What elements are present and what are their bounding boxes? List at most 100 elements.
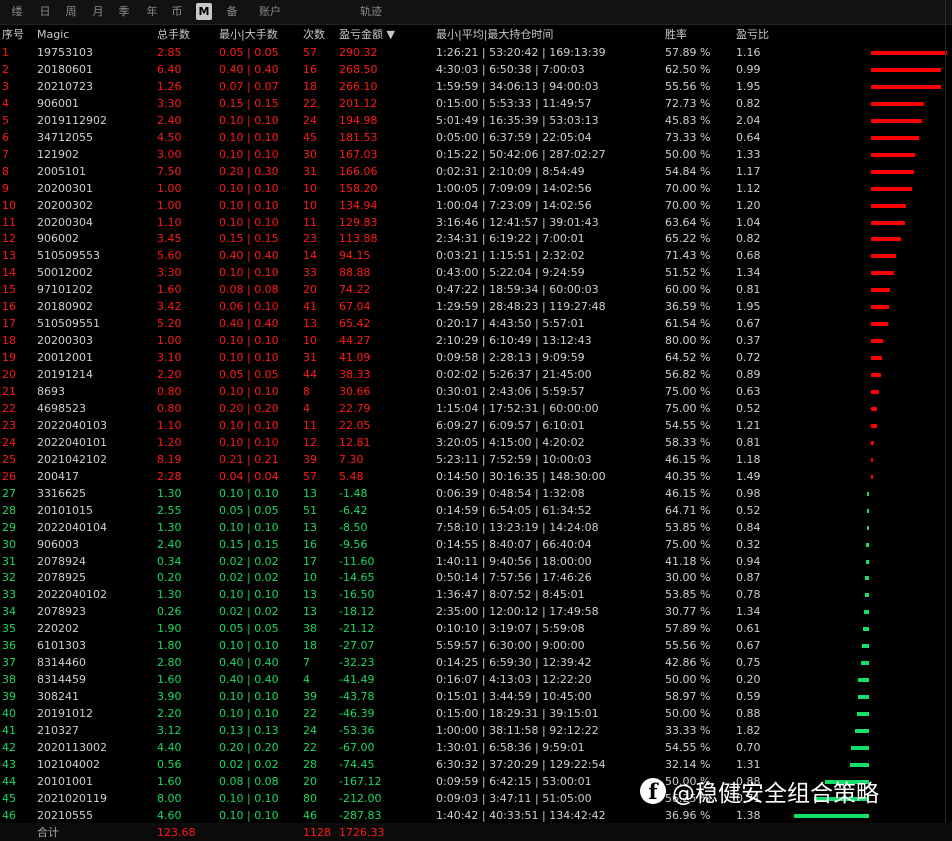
table-row[interactable]: 33 2022040102 1.30 0.10 | 0.10 13 -16.50 1:36:… (0, 586, 952, 603)
row-holding-time: 0:15:00 | 18:29:31 | 39:15:01 (436, 707, 599, 721)
profit-bar (871, 457, 873, 462)
tab-8[interactable]: 备 (225, 3, 239, 20)
col-header-profit[interactable]: 盈亏金额 ▼ (339, 26, 395, 44)
col-header-win-rate[interactable]: 胜率 (665, 26, 687, 44)
table-row[interactable]: 43 102104002 0.56 0.02 | 0.02 28 -74.45 6:30:3… (0, 756, 952, 773)
table-row[interactable]: 17 510509551 5.20 0.40 | 0.40 13 65.42 0:20:17… (0, 315, 952, 332)
tab-7[interactable]: M (196, 3, 212, 20)
row-pl-ratio: 1.21 (736, 418, 761, 432)
row-minmax: 0.10 | 0.10 (219, 707, 279, 721)
row-win-rate: 54.84 % (665, 164, 711, 178)
row-profit: 201.12 (339, 96, 378, 110)
tab-4[interactable]: 季 (117, 3, 131, 20)
table-row[interactable]: 35 220202 1.90 0.05 | 0.05 38 -21.12 0:10:10 |… (0, 620, 952, 637)
table-row[interactable]: 19 20012001 3.10 0.10 | 0.10 31 41.09 0:09:58 … (0, 349, 952, 366)
row-profit: 290.32 (339, 46, 378, 59)
table-row[interactable]: 25 2021042102 8.19 0.21 | 0.21 39 7.30 5:23:11… (0, 451, 952, 468)
row-lots: 1.30 (157, 588, 182, 602)
table-row[interactable]: 26 200417 2.28 0.04 | 0.04 57 5.48 0:14:50 | 3… (0, 468, 952, 485)
table-row[interactable]: 4 906001 3.30 0.15 | 0.15 22 201.12 0:15:00 | … (0, 95, 952, 112)
row-index: 33 (2, 588, 16, 602)
col-header-holding-time[interactable]: 最小|平均|最大持仓时间 (436, 26, 553, 44)
row-minmax: 0.10 | 0.10 (219, 808, 279, 822)
tab-2[interactable]: 周 (64, 3, 78, 20)
profit-bar (855, 729, 869, 733)
table-row[interactable]: 12 906002 3.45 0.15 | 0.15 23 113.88 2:34:31 |… (0, 230, 952, 247)
table-row[interactable]: 8 2005101 7.50 0.20 | 0.30 31 166.06 0:02:31 |… (0, 163, 952, 180)
table-row[interactable]: 5 2019112902 2.40 0.10 | 0.10 24 194.98 5:01:4… (0, 112, 952, 129)
row-index: 13 (2, 249, 16, 263)
row-holding-time: 1:40:42 | 40:33:51 | 134:42:42 (436, 808, 606, 822)
table-row[interactable]: 18 20200303 1.00 0.10 | 0.10 10 44.27 2:10:29 … (0, 332, 952, 349)
total-count: 1128 (303, 826, 331, 839)
row-lots: 6.40 (157, 62, 182, 76)
table-row[interactable]: 39 308241 3.90 0.10 | 0.10 39 -43.78 0:15:01 |… (0, 688, 952, 705)
col-header-minmax[interactable]: 最小|大手数 (219, 26, 278, 44)
table-row[interactable]: 6 34712055 4.50 0.10 | 0.10 45 181.53 0:05:00 … (0, 129, 952, 146)
table-row[interactable]: 2 20180601 6.40 0.40 | 0.40 16 268.50 4:30:03 … (0, 61, 952, 78)
table-row[interactable]: 3 20210723 1.26 0.07 | 0.07 18 266.10 1:59:59 … (0, 78, 952, 95)
col-header-pl-ratio[interactable]: 盈亏比 (736, 26, 769, 44)
row-index: 24 (2, 435, 16, 449)
row-win-rate: 53.85 % (665, 520, 711, 534)
table-row[interactable]: 36 6101303 1.80 0.10 | 0.10 18 -27.07 5:59:57 … (0, 637, 952, 654)
row-lots: 5.60 (157, 249, 182, 263)
table-row[interactable]: 29 2022040104 1.30 0.10 | 0.10 13 -8.50 7:58:1… (0, 519, 952, 536)
table-row[interactable]: 31 2078924 0.34 0.02 | 0.02 17 -11.60 1:40:11 … (0, 553, 952, 570)
table-row[interactable]: 13 510509553 5.60 0.40 | 0.40 14 94.15 0:03:21… (0, 247, 952, 264)
table-row[interactable]: 7 121902 3.00 0.10 | 0.10 30 167.03 0:15:22 | … (0, 146, 952, 163)
row-holding-time: 0:05:00 | 6:37:59 | 22:05:04 (436, 130, 592, 144)
row-win-rate: 56.82 % (665, 368, 711, 382)
table-row[interactable]: 32 2078925 0.20 0.02 | 0.02 10 -14.65 0:50:14 … (0, 569, 952, 586)
table-row[interactable]: 21 8693 0.80 0.10 | 0.10 8 30.66 0:30:01 | 2:4… (0, 383, 952, 400)
col-header-magic[interactable]: Magic (37, 26, 69, 44)
row-count: 13 (303, 486, 317, 500)
table-row[interactable]: 41 210327 3.12 0.13 | 0.13 24 -53.36 1:00:00 |… (0, 722, 952, 739)
row-win-rate: 62.50 % (665, 62, 711, 76)
row-win-rate: 80.00 % (665, 334, 711, 348)
tab-3[interactable]: 月 (91, 3, 105, 20)
profit-bar (871, 423, 877, 428)
row-profit: 194.98 (339, 113, 378, 127)
table-row[interactable]: 1 19753103 2.85 0.05 | 0.05 57 290.32 1:26:21 … (0, 44, 952, 61)
tab-6[interactable]: 币 (170, 3, 184, 20)
table-row[interactable]: 42 2020113002 4.40 0.20 | 0.20 22 -67.00 1:30:… (0, 739, 952, 756)
table-row[interactable]: 9 20200301 1.00 0.10 | 0.10 10 158.20 1:00:05 … (0, 180, 952, 197)
row-minmax: 0.15 | 0.15 (219, 232, 279, 246)
row-holding-time: 2:34:31 | 6:19:22 | 7:00:01 (436, 232, 585, 246)
table-row[interactable]: 16 20180902 3.42 0.06 | 0.10 41 67.04 1:29:59 … (0, 298, 952, 315)
row-holding-time: 1:00:05 | 7:09:09 | 14:02:56 (436, 181, 592, 195)
tab-9[interactable]: 账户 (256, 3, 284, 20)
total-row: 合计 123.68 1128 1726.33 (0, 823, 952, 841)
table-row[interactable]: 10 20200302 1.00 0.10 | 0.10 10 134.94 1:00:04… (0, 197, 952, 214)
row-magic: 20210555 (37, 808, 93, 822)
tab-0[interactable]: 缕 (10, 3, 24, 20)
row-win-rate: 55.56 % (665, 639, 711, 653)
col-header-lots[interactable]: 总手数 (157, 26, 190, 44)
table-row[interactable]: 46 20210555 4.60 0.10 | 0.10 46 -287.83 1:40:4… (0, 807, 952, 824)
row-holding-time: 0:20:17 | 4:43:50 | 5:57:01 (436, 317, 585, 331)
tab-1[interactable]: 日 (38, 3, 52, 20)
col-header-index[interactable]: 序号 (2, 26, 24, 44)
table-row[interactable]: 38 8314459 1.60 0.40 | 0.40 4 -41.49 0:16:07 |… (0, 671, 952, 688)
table-row[interactable]: 24 2022040101 1.20 0.10 | 0.10 12 12.81 3:20:0… (0, 434, 952, 451)
table-row[interactable]: 14 50012002 3.30 0.10 | 0.10 33 88.88 0:43:00 … (0, 264, 952, 281)
table-row[interactable]: 20 20191214 2.20 0.05 | 0.05 44 38.33 0:02:02 … (0, 366, 952, 383)
table-row[interactable]: 34 2078923 0.26 0.02 | 0.02 13 -18.12 2:35:00 … (0, 603, 952, 620)
row-pl-ratio: 2.04 (736, 113, 761, 127)
table-row[interactable]: 23 2022040103 1.10 0.10 | 0.10 11 22.05 6:09:2… (0, 417, 952, 434)
table-row[interactable]: 11 20200304 1.10 0.10 | 0.10 11 129.83 3:16:46… (0, 214, 952, 231)
row-index: 3 (2, 79, 9, 93)
table-row[interactable]: 30 906003 2.40 0.15 | 0.15 16 -9.56 0:14:55 | … (0, 536, 952, 553)
row-magic: 2078924 (37, 554, 86, 568)
col-header-count[interactable]: 次数 (303, 26, 325, 44)
table-row[interactable]: 28 20101015 2.55 0.05 | 0.05 51 -6.42 0:14:59 … (0, 502, 952, 519)
table-row[interactable]: 37 8314460 2.80 0.40 | 0.40 7 -32.23 0:14:25 |… (0, 654, 952, 671)
table-row[interactable]: 15 97101202 1.60 0.08 | 0.08 20 74.22 0:47:22 … (0, 281, 952, 298)
tab-10[interactable]: 轨迹 (356, 3, 386, 20)
table-row[interactable]: 40 20191012 2.20 0.10 | 0.10 22 -46.39 0:15:00… (0, 705, 952, 722)
tab-5[interactable]: 年 (145, 3, 159, 20)
table-row[interactable]: 27 3316625 1.30 0.10 | 0.10 13 -1.48 0:06:39 |… (0, 485, 952, 502)
row-pl-ratio: 1.34 (736, 266, 761, 280)
table-row[interactable]: 22 4698523 0.80 0.20 | 0.20 4 22.79 1:15:04 | … (0, 400, 952, 417)
